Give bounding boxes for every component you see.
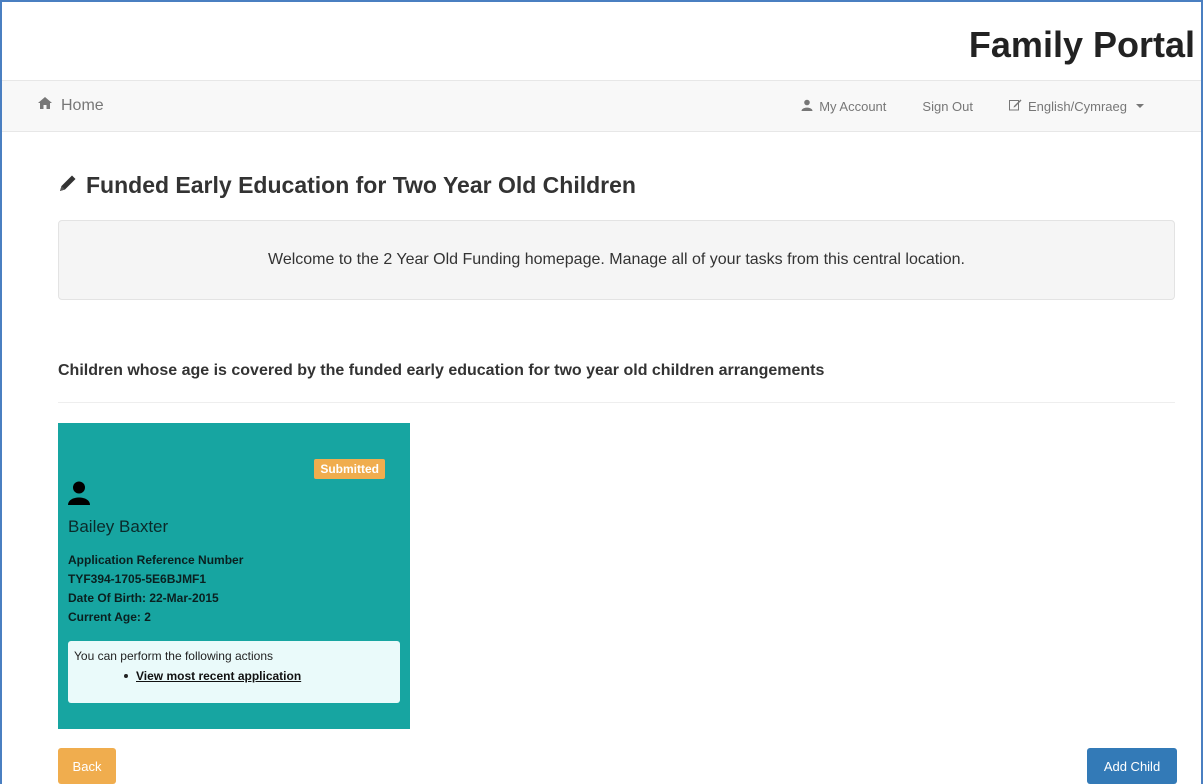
reference-label: Application Reference Number [68,553,244,567]
section-divider [58,402,1175,403]
brand-header: Family Portal [2,2,1201,80]
nav-language-label: English/Cymraeg [1028,98,1127,114]
nav-sign-out-link[interactable]: Sign Out [922,99,973,114]
nav-home-label: Home [61,96,104,114]
welcome-panel: Welcome to the 2 Year Old Funding homepa… [58,220,1175,300]
actions-list: View most recent application [74,669,394,683]
edit-icon [1009,98,1022,114]
children-section-heading: Children whose age is covered by the fun… [58,362,825,379]
page-title: Funded Early Education for Two Year Old … [58,172,636,199]
welcome-text: Welcome to the 2 Year Old Funding homepa… [268,251,965,268]
child-details: Application Reference Number TYF394-1705… [68,551,243,627]
nav-sign-out-label: Sign Out [922,98,973,114]
person-icon [68,481,90,510]
bullet-icon [124,674,128,678]
nav-language-dropdown[interactable]: English/Cymraeg [1009,98,1144,114]
child-name: Bailey Baxter [68,517,169,536]
pencil-icon [58,172,78,199]
nav-my-account-link[interactable]: My Account [801,99,886,114]
page-title-text: Funded Early Education for Two Year Old … [86,172,636,198]
add-child-button[interactable]: Add Child [1087,748,1177,784]
home-icon [37,96,53,115]
current-age: Current Age: 2 [68,610,151,624]
chevron-down-icon [1136,104,1144,108]
reference-number: TYF394-1705-5E6BJMF1 [68,572,207,586]
view-application-link[interactable]: View most recent application [136,669,301,683]
child-card: Submitted Bailey Baxter Application Refe… [58,423,410,729]
actions-panel: You can perform the following actions Vi… [68,641,400,703]
nav-right-group: My Account Sign Out English/Cymraeg [801,98,1144,114]
top-navbar: Home My Account Sign Out English/Cymraeg [2,80,1201,132]
list-item: View most recent application [124,669,394,683]
actions-intro: You can perform the following actions [74,649,274,663]
nav-home-link[interactable]: Home [37,96,104,115]
status-badge: Submitted [314,459,385,479]
user-icon [801,99,813,114]
brand-title: Family Portal [968,24,1195,65]
back-button[interactable]: Back [58,748,116,784]
nav-my-account-label: My Account [819,98,887,114]
date-of-birth: Date Of Birth: 22-Mar-2015 [68,591,219,605]
